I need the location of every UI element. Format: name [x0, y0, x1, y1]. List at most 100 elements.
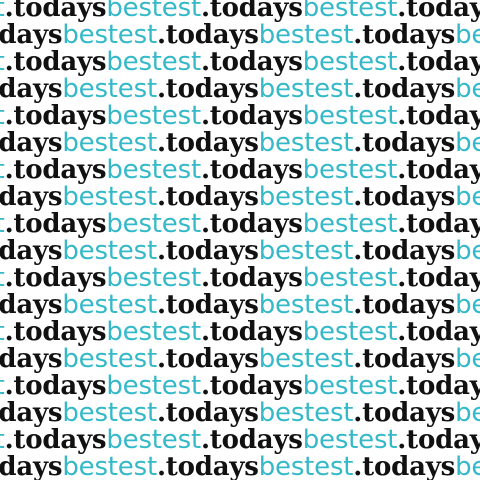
- pattern-word-black: .todays: [0, 74, 63, 104]
- pattern-word-black: .todays: [156, 74, 259, 104]
- pattern-word-blue: bestest: [258, 20, 354, 50]
- pattern-word-black: .todays: [353, 20, 456, 50]
- pattern-word-black: .todays: [156, 344, 259, 374]
- pattern-word-black: .todays: [4, 101, 107, 131]
- pattern-word-black: .todays: [156, 398, 259, 428]
- pattern-word-black: .todays: [200, 209, 303, 239]
- pattern-word-blue: bestest: [455, 290, 480, 320]
- pattern-word-black: .todays: [200, 47, 303, 77]
- pattern-word-black: .todays: [156, 182, 259, 212]
- pattern-word-black: .todays: [397, 209, 480, 239]
- pattern-word-blue: bestest: [258, 236, 354, 266]
- pattern-word-blue: bestest: [455, 20, 480, 50]
- pattern-word-blue: bestest: [455, 236, 480, 266]
- pattern-word-black: .todays: [0, 344, 63, 374]
- pattern-row: bestest.todaysbestest.todaysbestest.toda…: [0, 318, 480, 346]
- text-pattern-background: bestest.todaysbestest.todaysbestest.toda…: [0, 0, 480, 480]
- pattern-word-black: .todays: [0, 290, 63, 320]
- pattern-word-blue: bestest: [258, 128, 354, 158]
- pattern-word-black: .todays: [0, 398, 63, 428]
- pattern-row: bestest.todaysbestest.todaysbestest.toda…: [0, 264, 480, 292]
- pattern-word-black: .todays: [200, 371, 303, 401]
- pattern-word-black: .todays: [397, 263, 480, 293]
- pattern-word-blue: bestest: [106, 209, 201, 239]
- pattern-word-black: .todays: [0, 182, 63, 212]
- pattern-word-blue: bestest: [258, 452, 354, 480]
- pattern-word-black: .todays: [4, 155, 107, 185]
- pattern-row: bestest.todaysbestest.todaysbestest.toda…: [0, 183, 480, 211]
- pattern-word-black: .todays: [4, 371, 107, 401]
- pattern-word-black: .todays: [0, 236, 63, 266]
- pattern-word-black: .todays: [353, 290, 456, 320]
- pattern-row: bestest.todaysbestest.todaysbestest.toda…: [0, 372, 480, 400]
- pattern-word-black: .todays: [4, 317, 107, 347]
- pattern-row: bestest.todaysbestest.todaysbestest.toda…: [0, 210, 480, 238]
- pattern-word-blue: bestest: [302, 263, 398, 293]
- pattern-word-blue: bestest: [62, 452, 157, 480]
- pattern-word-black: .todays: [353, 128, 456, 158]
- pattern-row: bestest.todaysbestest.todaysbestest.toda…: [0, 48, 480, 76]
- pattern-word-blue: bestest: [302, 155, 398, 185]
- pattern-word-blue: bestest: [302, 209, 398, 239]
- pattern-word-black: .todays: [353, 344, 456, 374]
- pattern-word-black: .todays: [4, 425, 107, 455]
- pattern-word-blue: bestest: [106, 425, 201, 455]
- pattern-word-black: .todays: [200, 155, 303, 185]
- pattern-word-black: .todays: [353, 452, 456, 480]
- pattern-word-black: .todays: [156, 20, 259, 50]
- pattern-row: bestest.todaysbestest.todaysbestest.toda…: [0, 156, 480, 184]
- pattern-row: bestest.todaysbestest.todaysbestest.toda…: [0, 75, 480, 103]
- pattern-word-black: .todays: [353, 182, 456, 212]
- pattern-word-black: .todays: [353, 398, 456, 428]
- pattern-row: bestest.todaysbestest.todaysbestest.toda…: [0, 129, 480, 157]
- pattern-word-blue: bestest: [62, 344, 157, 374]
- pattern-word-blue: bestest: [258, 290, 354, 320]
- pattern-word-black: .todays: [200, 317, 303, 347]
- pattern-word-blue: bestest: [455, 398, 480, 428]
- pattern-word-black: .todays: [156, 128, 259, 158]
- pattern-word-blue: bestest: [106, 317, 201, 347]
- pattern-word-blue: bestest: [106, 101, 201, 131]
- pattern-word-black: .todays: [0, 452, 63, 480]
- pattern-word-blue: bestest: [302, 425, 398, 455]
- pattern-word-blue: bestest: [62, 182, 157, 212]
- pattern-row: bestest.todaysbestest.todaysbestest.toda…: [0, 345, 480, 373]
- pattern-word-blue: bestest: [62, 74, 157, 104]
- pattern-row: bestest.todaysbestest.todaysbestest.toda…: [0, 102, 480, 130]
- pattern-word-black: .todays: [200, 263, 303, 293]
- pattern-row: bestest.todaysbestest.todaysbestest.toda…: [0, 21, 480, 49]
- pattern-word-blue: bestest: [62, 128, 157, 158]
- pattern-word-blue: bestest: [62, 290, 157, 320]
- pattern-row: bestest.todaysbestest.todaysbestest.toda…: [0, 426, 480, 454]
- pattern-word-black: .todays: [353, 236, 456, 266]
- pattern-word-black: .todays: [397, 47, 480, 77]
- pattern-word-black: .todays: [4, 263, 107, 293]
- pattern-word-blue: bestest: [106, 155, 201, 185]
- pattern-word-blue: bestest: [302, 371, 398, 401]
- pattern-word-black: .todays: [156, 290, 259, 320]
- pattern-word-blue: bestest: [106, 47, 201, 77]
- pattern-word-black: .todays: [200, 101, 303, 131]
- pattern-word-blue: bestest: [258, 344, 354, 374]
- pattern-row: bestest.todaysbestest.todaysbestest.toda…: [0, 291, 480, 319]
- pattern-word-black: .todays: [397, 317, 480, 347]
- pattern-word-blue: bestest: [62, 398, 157, 428]
- pattern-word-black: .todays: [4, 47, 107, 77]
- pattern-row: bestest.todaysbestest.todaysbestest.toda…: [0, 453, 480, 480]
- pattern-word-black: .todays: [0, 128, 63, 158]
- pattern-word-blue: bestest: [455, 452, 480, 480]
- pattern-row: bestest.todaysbestest.todaysbestest.toda…: [0, 237, 480, 265]
- pattern-row: bestest.todaysbestest.todaysbestest.toda…: [0, 0, 480, 22]
- pattern-word-black: .todays: [397, 371, 480, 401]
- pattern-word-black: .todays: [156, 236, 259, 266]
- pattern-word-blue: bestest: [455, 74, 480, 104]
- pattern-word-black: .todays: [353, 74, 456, 104]
- pattern-word-blue: bestest: [258, 182, 354, 212]
- pattern-word-black: .todays: [156, 452, 259, 480]
- pattern-word-blue: bestest: [455, 344, 480, 374]
- pattern-word-blue: bestest: [455, 128, 480, 158]
- pattern-word-blue: bestest: [106, 263, 201, 293]
- pattern-word-black: .todays: [200, 425, 303, 455]
- pattern-word-blue: bestest: [302, 317, 398, 347]
- pattern-word-black: .todays: [397, 155, 480, 185]
